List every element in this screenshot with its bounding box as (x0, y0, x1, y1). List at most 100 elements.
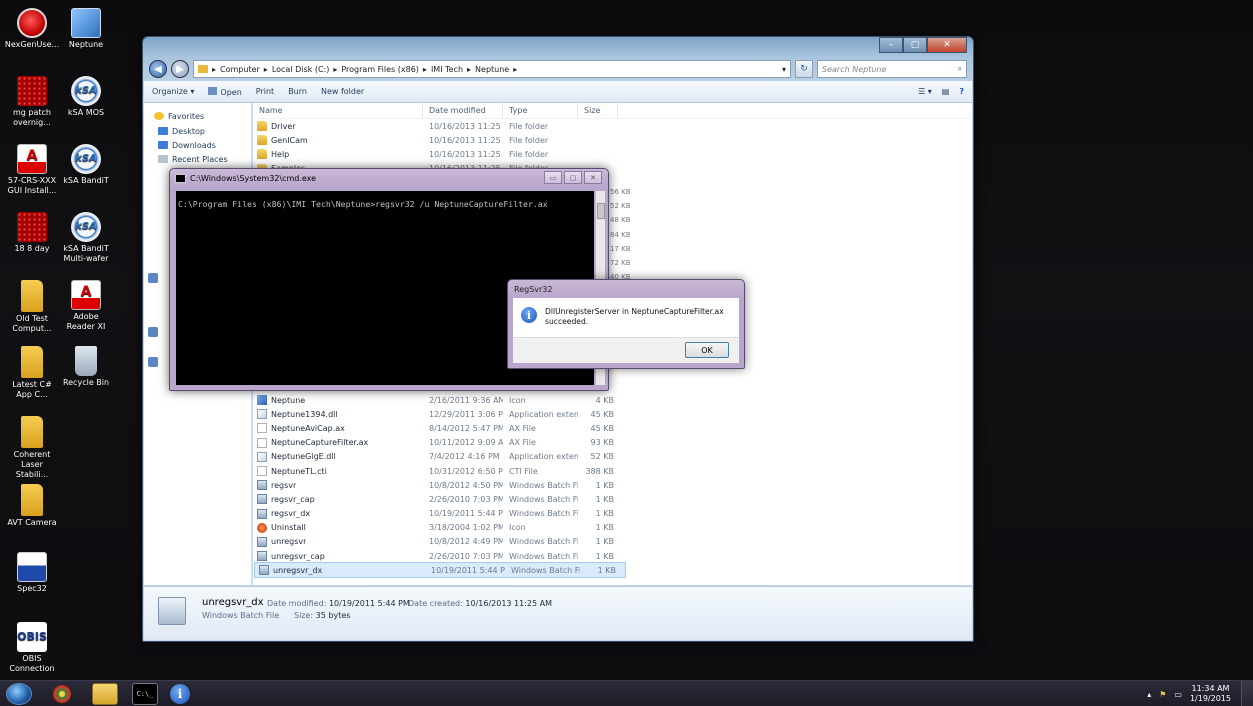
cmd-minimize-button[interactable]: ▭ (544, 171, 562, 184)
file-row[interactable]: unregsvr_cap 2/26/2010 7:03 PM Windows Bat… (253, 549, 972, 563)
search-input[interactable]: Search Neptune ⌕ (817, 60, 967, 78)
file-row[interactable]: Neptune 2/16/2011 9:36 AM Icon 4 KB (253, 393, 972, 407)
file-row[interactable]: NeptuneTL.cti 10/31/2012 6:50 PM CTI File 3… (253, 464, 972, 478)
desktop-icon-item[interactable]: NexGenUse... (4, 8, 60, 50)
desktop-icon-item[interactable]: kSA kSA BandiT (58, 144, 114, 186)
file-row[interactable]: Driver 10/16/2013 11:25 ... File folder (253, 119, 972, 133)
network-tray-icon[interactable]: ▭ (1174, 690, 1182, 699)
breadcrumb-item[interactable]: Computer (220, 65, 260, 74)
breadcrumb-separator[interactable]: ▸ (333, 65, 337, 74)
file-name: regsvr (271, 480, 297, 490)
file-row[interactable]: regsvr_cap 2/26/2010 7:03 PM Windows Batch… (253, 492, 972, 506)
desktop-icon-item[interactable]: kSA kSA MOS (58, 76, 114, 118)
regsvr32-taskbar-icon[interactable]: i (170, 684, 190, 704)
minimize-button[interactable]: – (879, 37, 903, 53)
file-type: Windows Batch File (509, 537, 578, 547)
desktop-icon-item[interactable]: Latest C# App C... (4, 346, 60, 400)
computer-icon[interactable] (148, 327, 158, 337)
breadcrumb-separator[interactable]: ▸ (212, 65, 216, 74)
breadcrumb-item[interactable]: Program Files (x86) (341, 65, 419, 74)
breadcrumb-item[interactable]: Local Disk (C:) (272, 65, 330, 74)
hidden-file-size: 48 KB (610, 216, 631, 225)
file-name: GenICam (271, 135, 308, 145)
column-name[interactable]: Name (253, 103, 423, 118)
desktop-icon (158, 127, 168, 135)
organize-button[interactable]: Organize ▾ (152, 87, 194, 96)
maximize-button[interactable]: ▢ (903, 37, 927, 53)
breadcrumb-separator[interactable]: ▸ (513, 65, 517, 74)
file-row[interactable]: regsvr 10/8/2012 4:50 PM Windows Batch Fil… (253, 478, 972, 492)
address-bar[interactable]: ▸ Computer ▸ Local Disk (C:) ▸ Program Files … (193, 60, 791, 78)
file-name: unregsvr_cap (271, 551, 325, 561)
breadcrumb-item[interactable]: IMI Tech (431, 65, 463, 74)
file-row[interactable]: unregsvr 10/8/2012 4:49 PM Windows Batch F… (253, 535, 972, 549)
desktop-icon-label: NexGenUse... (4, 40, 60, 49)
cmd-close-button[interactable]: ✕ (584, 171, 602, 184)
nav-favorites[interactable]: Favorites (154, 109, 251, 123)
dialog-body: i DllUnregisterServer in NeptuneCaptureF… (513, 298, 739, 363)
column-date-modified[interactable]: Date modified (423, 103, 503, 118)
file-type: AX File (509, 438, 536, 448)
help-icon[interactable]: ? (959, 87, 964, 96)
network-icon[interactable] (148, 357, 158, 367)
desktop-icon-item[interactable]: 18 8 day (4, 212, 60, 254)
desktop-icon-item[interactable]: OBIS OBIS Connection (4, 622, 60, 674)
burn-button[interactable]: Burn (288, 87, 307, 96)
desktop-icon-item[interactable]: mg patch overnig... (4, 76, 60, 128)
desktop-icon-item[interactable]: Old Test Comput... (4, 280, 60, 334)
file-row[interactable]: Uninstall 3/18/2004 1:02 PM Icon 1 KB (253, 521, 972, 535)
cmd-taskbar-icon[interactable]: C:\_ (132, 683, 158, 705)
cmd-scroll-thumb[interactable] (597, 203, 605, 219)
forward-button[interactable]: ▶ (171, 60, 189, 78)
libraries-icon[interactable] (148, 273, 158, 283)
desktop-icon-item[interactable]: A Adobe Reader XI (58, 280, 114, 332)
file-name-cell: unregsvr_cap (253, 551, 423, 562)
file-row[interactable]: GenICam 10/16/2013 11:25 ... File folder (253, 133, 972, 147)
preview-pane-icon[interactable]: ▤ (942, 87, 950, 96)
spec-icon (17, 552, 47, 582)
desktop-icon-item[interactable]: Recycle Bin (58, 346, 114, 388)
file-row[interactable]: unregsvr_dx 10/19/2011 5:44 PM Windows Bat… (254, 562, 626, 579)
nav-recent-places[interactable]: Recent Places (154, 152, 251, 166)
file-explorer-icon[interactable] (92, 683, 118, 705)
nav-downloads[interactable]: Downloads (154, 138, 251, 152)
print-button[interactable]: Print (256, 87, 274, 96)
back-button[interactable]: ◀ (149, 60, 167, 78)
start-button[interactable] (6, 683, 32, 705)
folder-icon (21, 416, 43, 448)
file-row[interactable]: Help 10/16/2013 11:25 ... File folder (253, 147, 972, 161)
chrome-icon[interactable] (52, 684, 72, 704)
breadcrumb-separator[interactable]: ▸ (264, 65, 268, 74)
desktop-icon-item[interactable]: A 57-CRS-XXX GUI Install... (4, 144, 60, 196)
tray-expand-icon[interactable]: ▴ (1147, 690, 1151, 699)
close-button[interactable]: ✕ (927, 37, 967, 53)
file-row[interactable]: regsvr_dx 10/19/2011 5:44 PM Windows Batch… (253, 507, 972, 521)
breadcrumb-item[interactable]: Neptune (475, 65, 509, 74)
file-row[interactable]: Neptune1394.dll 12/29/2011 3:06 PM Applica… (253, 407, 972, 421)
nav-desktop[interactable]: Desktop (154, 124, 251, 138)
desktop-icon-item[interactable]: AVT Camera (4, 484, 60, 528)
clock[interactable]: 11:34 AM 1/19/2015 (1190, 684, 1231, 704)
breadcrumb-separator[interactable]: ▸ (467, 65, 471, 74)
column-type[interactable]: Type (503, 103, 578, 118)
desktop-icon-item[interactable]: kSA kSA BandiT Multi-wafer (58, 212, 114, 264)
address-dropdown-icon[interactable]: ▾ (782, 65, 790, 74)
file-row[interactable]: NeptuneCaptureFilter.ax 10/11/2012 9:09 A… (253, 436, 972, 450)
new-folder-button[interactable]: New folder (321, 87, 364, 96)
show-desktop-button[interactable] (1241, 681, 1253, 706)
ok-button[interactable]: OK (685, 342, 729, 358)
column-size[interactable]: Size (578, 103, 618, 118)
desktop-icon-item[interactable]: Neptune (58, 8, 114, 50)
cmd-maximize-button[interactable]: ▢ (564, 171, 582, 184)
doc-file-icon (257, 466, 267, 477)
breadcrumb-separator[interactable]: ▸ (423, 65, 427, 74)
refresh-button[interactable]: ↻ (795, 60, 813, 78)
open-button[interactable]: Open (208, 86, 242, 97)
file-row[interactable]: NeptuneAviCap.ax 8/14/2012 5:47 PM AX File… (253, 421, 972, 435)
desktop-icon-item[interactable]: Spec32 (4, 552, 60, 594)
views-icon[interactable]: ☰ ▾ (918, 87, 932, 96)
flag-icon[interactable]: ⚑ (1159, 690, 1166, 699)
file-row[interactable]: NeptuneGigE.dll 7/4/2012 4:16 PM Applicati… (253, 450, 972, 464)
desktop-icon-item[interactable]: Coherent Laser Stabili... (4, 416, 60, 480)
regsvr32-dialog[interactable]: RegSvr32 i DllUnregisterServer in Neptun… (507, 279, 745, 369)
